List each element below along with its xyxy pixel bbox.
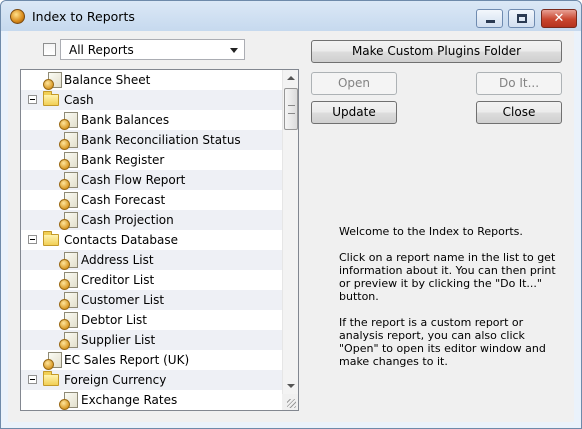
report-tree[interactable]: Balance Sheet Cash Bank Balances Bank Recon…	[20, 69, 299, 411]
make-custom-plugins-folder-button[interactable]: Make Custom Plugins Folder	[311, 40, 562, 63]
tree-item-label: Cash Forecast	[81, 193, 166, 207]
info-welcome: Welcome to the Index to Reports.	[339, 225, 523, 238]
folder-icon	[43, 371, 59, 386]
tree-item-label: Address List	[81, 253, 154, 267]
report-filter-value: All Reports	[69, 43, 134, 57]
collapse-toggle-icon[interactable]	[28, 235, 37, 244]
tree-folder[interactable]: Cash	[21, 90, 282, 110]
tree-folder[interactable]: Foreign Currency	[21, 370, 282, 390]
info-custom-reports: If the report is a custom report or anal…	[339, 316, 546, 368]
app-icon[interactable]	[10, 9, 25, 24]
report-icon	[59, 332, 78, 350]
folder-icon	[43, 91, 59, 106]
tree-report[interactable]: Creditor List	[21, 270, 282, 290]
tree-report[interactable]: Cash Forecast	[21, 190, 282, 210]
minimize-icon	[486, 20, 495, 23]
report-icon	[59, 312, 78, 330]
tree-report[interactable]: Exchange Rates	[21, 390, 282, 410]
scroll-down-button[interactable]	[283, 378, 298, 394]
vertical-scrollbar[interactable]	[282, 70, 298, 394]
tree-item-label: Cash Flow Report	[81, 173, 186, 187]
report-tree-rows: Balance Sheet Cash Bank Balances Bank Recon…	[21, 70, 282, 410]
tree-report[interactable]: Debtor List	[21, 310, 282, 330]
tree-report[interactable]: EC Sales Report (UK)	[21, 350, 282, 370]
report-filter-dropdown[interactable]: All Reports	[60, 39, 245, 60]
tree-report[interactable]: Address List	[21, 250, 282, 270]
open-button[interactable]: Open	[311, 72, 397, 95]
tree-item-label: Bank Balances	[81, 113, 170, 127]
scroll-up-button[interactable]	[283, 70, 298, 86]
tree-report[interactable]: Balance Sheet	[21, 70, 282, 90]
info-panel: Welcome to the Index to Reports. Click o…	[339, 225, 564, 381]
report-icon	[59, 212, 78, 230]
tree-item-label: Exchange Rates	[81, 393, 178, 407]
report-icon	[43, 352, 62, 370]
tree-item-label: Customer List	[81, 293, 165, 307]
do-it-button[interactable]: Do It...	[476, 72, 562, 95]
window-title: Index to Reports	[32, 9, 135, 24]
tree-item-label: Creditor List	[81, 273, 155, 287]
tree-report[interactable]: Supplier List	[21, 330, 282, 350]
report-icon	[59, 112, 78, 130]
tree-item-label: Cash Projection	[81, 213, 174, 227]
tree-item-label: Bank Reconciliation Status	[81, 133, 241, 147]
info-instructions: Click on a report name in the list to ge…	[339, 251, 556, 303]
report-icon	[59, 192, 78, 210]
report-icon	[59, 272, 78, 290]
tree-item-label: Contacts Database	[64, 233, 179, 247]
tree-item-label: Supplier List	[81, 333, 156, 347]
collapse-toggle-icon[interactable]	[28, 95, 37, 104]
report-icon	[43, 72, 62, 90]
tree-item-label: Balance Sheet	[64, 73, 151, 87]
tree-report[interactable]: Bank Register	[21, 150, 282, 170]
report-icon	[59, 152, 78, 170]
report-icon	[59, 252, 78, 270]
scroll-thumb[interactable]	[284, 88, 298, 130]
report-icon	[59, 292, 78, 310]
filter-checkbox[interactable]	[43, 43, 56, 56]
resize-grip[interactable]	[282, 394, 298, 410]
report-icon	[59, 172, 78, 190]
report-icon	[59, 392, 78, 410]
tree-item-label: Debtor List	[81, 313, 148, 327]
tree-report[interactable]: Bank Reconciliation Status	[21, 130, 282, 150]
tree-folder[interactable]: Contacts Database	[21, 230, 282, 250]
tree-item-label: Cash	[64, 93, 94, 107]
chevron-down-icon	[230, 48, 238, 53]
close-icon: ✕	[553, 11, 565, 26]
report-icon	[59, 132, 78, 150]
tree-item-label: Foreign Currency	[64, 373, 167, 387]
title-bar[interactable]: Index to Reports ✕	[1, 1, 581, 31]
tree-report[interactable]: Cash Projection	[21, 210, 282, 230]
tree-report[interactable]: Bank Balances	[21, 110, 282, 130]
minimize-button[interactable]	[476, 9, 503, 28]
dialog-content: All Reports Balance Sheet Cash Bank Balanc…	[8, 31, 574, 422]
collapse-toggle-icon[interactable]	[28, 375, 37, 384]
tree-item-label: Bank Register	[81, 153, 165, 167]
maximize-icon	[517, 14, 527, 23]
tree-report[interactable]: Customer List	[21, 290, 282, 310]
update-button[interactable]: Update	[311, 101, 397, 124]
index-to-reports-window: Index to Reports ✕ All Reports Balance S…	[0, 0, 582, 429]
tree-report[interactable]: Cash Flow Report	[21, 170, 282, 190]
close-button[interactable]: Close	[476, 101, 562, 124]
tree-item-label: EC Sales Report (UK)	[64, 353, 190, 367]
close-window-button[interactable]: ✕	[541, 9, 577, 28]
maximize-button[interactable]	[508, 9, 535, 28]
folder-icon	[43, 231, 59, 246]
